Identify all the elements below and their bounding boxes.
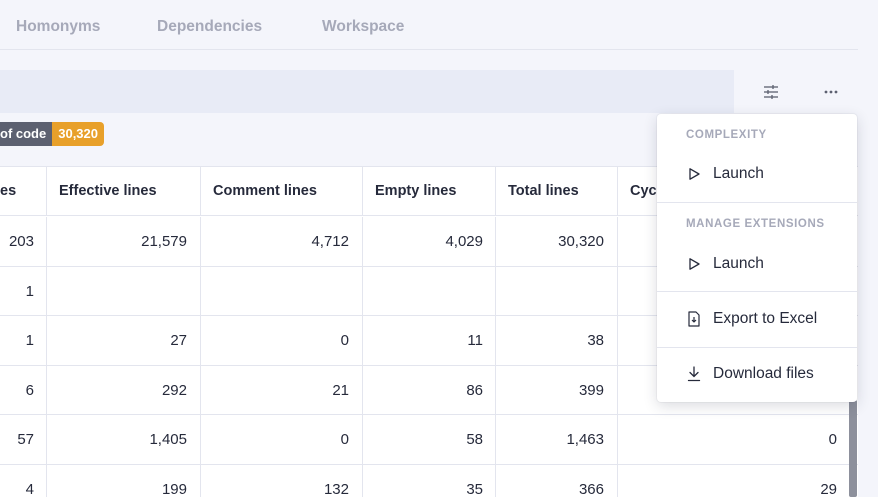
menu-item-complexity-launch[interactable]: Launch xyxy=(657,154,857,194)
cell-effective-lines: 27 xyxy=(47,316,201,365)
more-horizontal-icon xyxy=(824,90,838,94)
cell-comment-lines: 4,712 xyxy=(201,217,363,266)
search-bar[interactable] xyxy=(0,70,734,113)
cell-cyclomatic: 0 xyxy=(828,431,837,448)
file-export-icon xyxy=(686,311,702,327)
menu-item-export-excel[interactable]: Export to Excel xyxy=(657,299,857,339)
menu-divider xyxy=(657,347,857,348)
badge-value: 30,320 xyxy=(52,122,104,146)
col-header-total-lines[interactable]: Total lines xyxy=(496,167,618,216)
menu-item-download-files[interactable]: Download files xyxy=(657,354,857,394)
badge-label: of code xyxy=(0,122,53,146)
play-icon xyxy=(686,166,702,182)
download-icon xyxy=(686,366,702,382)
cell-lines: 1 xyxy=(0,266,47,316)
col-header-effective-lines[interactable]: Effective lines xyxy=(47,167,201,216)
cell-total-lines: 399 xyxy=(496,365,618,415)
cell-empty-lines: 4,029 xyxy=(363,217,496,266)
col-header-comment-lines[interactable]: Comment lines xyxy=(201,167,363,216)
cell-total-lines: 30,320 xyxy=(496,217,618,266)
menu-item-label: Download files xyxy=(713,365,814,382)
cell-comment-lines: 21 xyxy=(201,365,363,415)
cell-empty-lines: 86 xyxy=(363,365,496,415)
menu-section-complexity: COMPLEXITY xyxy=(686,129,767,141)
sliders-icon xyxy=(764,85,778,99)
cell-comment-lines xyxy=(201,266,363,316)
menu-section-manage-extensions: MANAGE EXTENSIONS xyxy=(686,218,825,230)
menu-item-label: Launch xyxy=(713,255,764,272)
cell-empty-lines: 58 xyxy=(363,415,496,464)
table-scrollbar[interactable] xyxy=(849,400,857,497)
cell-effective-lines xyxy=(47,266,201,316)
tab-bar: Homonyms Dependencies Workspace xyxy=(0,0,858,50)
menu-item-label: Launch xyxy=(713,165,764,182)
tab-homonyms[interactable]: Homonyms xyxy=(16,18,100,36)
cell-total-lines: 1,463 xyxy=(496,415,618,464)
tab-workspace[interactable]: Workspace xyxy=(322,18,404,36)
more-options-button[interactable] xyxy=(817,78,845,106)
menu-item-label: Export to Excel xyxy=(713,310,818,327)
table-row[interactable]: 4 199 132 35 366 29 xyxy=(0,464,858,497)
app-page: Homonyms Dependencies Workspace of code … xyxy=(0,0,878,497)
cell-total-lines: 366 xyxy=(496,464,618,497)
col-header-lines[interactable]: es xyxy=(0,167,47,216)
cell-lines: 1 xyxy=(0,316,47,365)
cell-effective-lines: 21,579 xyxy=(47,217,201,266)
cell-empty-lines xyxy=(363,266,496,316)
cell-lines: 6 xyxy=(0,365,47,415)
cell-comment-lines: 0 xyxy=(201,415,363,464)
col-header-empty-lines[interactable]: Empty lines xyxy=(363,167,496,216)
actions-dropdown-menu: COMPLEXITY Launch MANAGE EXTENSIONS Laun… xyxy=(657,114,857,402)
cell-empty-lines: 35 xyxy=(363,464,496,497)
menu-divider xyxy=(657,202,857,203)
cell-lines: 57 xyxy=(0,415,47,464)
play-icon xyxy=(686,256,702,272)
cell-effective-lines: 292 xyxy=(47,365,201,415)
cell-total-lines xyxy=(496,266,618,316)
table-row[interactable]: 57 1,405 0 58 1,463 0 xyxy=(0,415,858,465)
cell-comment-lines: 132 xyxy=(201,464,363,497)
cell-lines: 4 xyxy=(0,464,47,497)
cell-total-lines: 38 xyxy=(496,316,618,365)
cell-effective-lines: 1,405 xyxy=(47,415,201,464)
filter-button[interactable] xyxy=(757,78,785,106)
menu-item-extensions-launch[interactable]: Launch xyxy=(657,244,857,284)
cell-lines: 203 xyxy=(0,217,47,266)
cell-comment-lines: 0 xyxy=(201,316,363,365)
cell-empty-lines: 11 xyxy=(363,316,496,365)
tab-dependencies[interactable]: Dependencies xyxy=(157,18,262,36)
cell-cyclomatic: 29 xyxy=(820,480,837,497)
cell-effective-lines: 199 xyxy=(47,464,201,497)
lines-of-code-badge: of code 30,320 xyxy=(0,122,104,146)
menu-divider xyxy=(657,291,857,292)
